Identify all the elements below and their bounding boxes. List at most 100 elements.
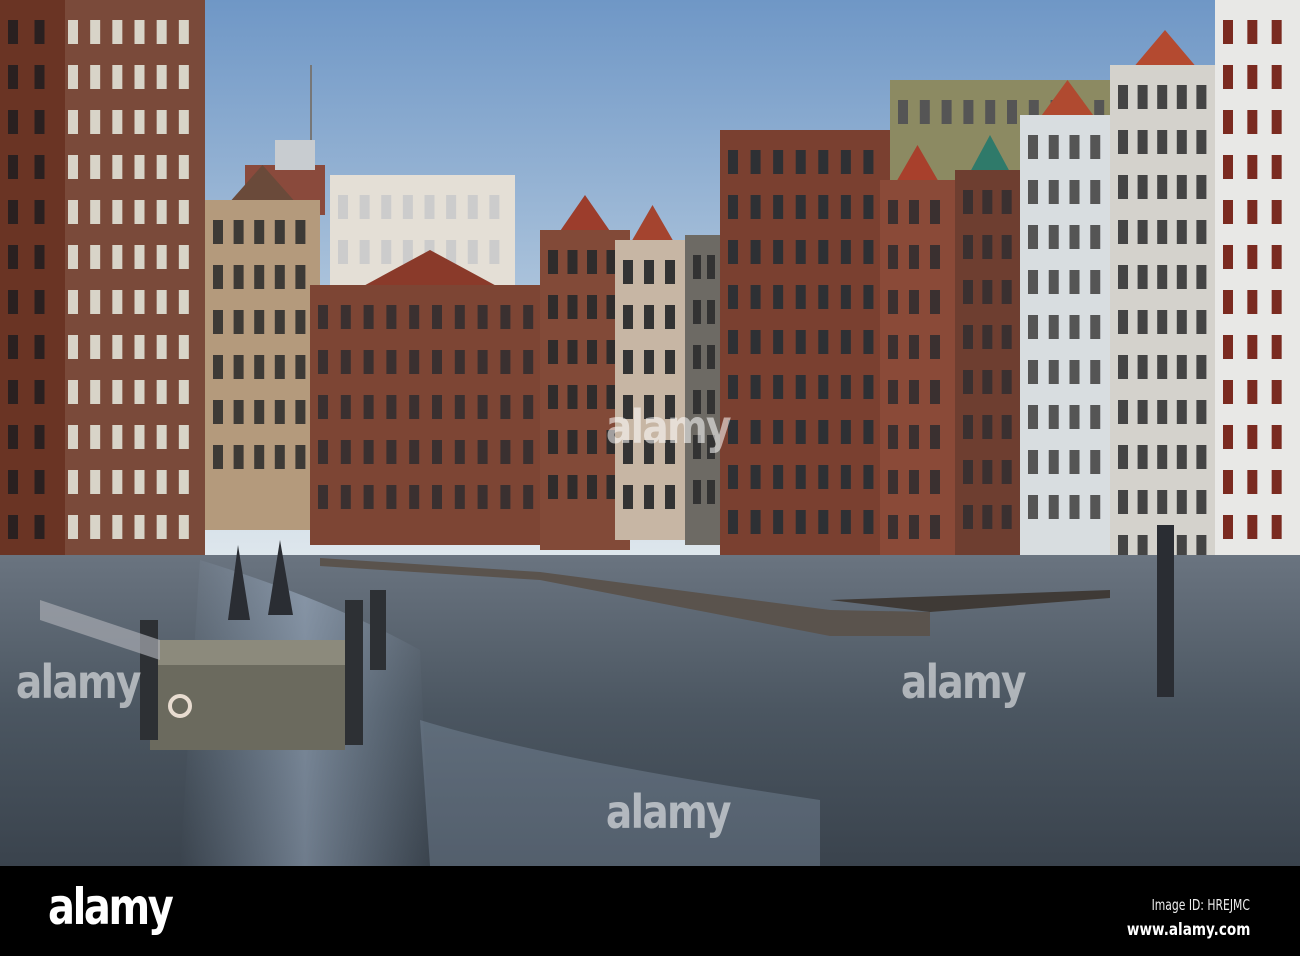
window <box>1001 370 1012 394</box>
window <box>156 470 167 494</box>
window <box>134 200 145 224</box>
window <box>467 240 478 264</box>
window <box>1118 490 1128 514</box>
window <box>930 245 940 269</box>
window <box>1118 445 1128 469</box>
window <box>982 280 993 304</box>
window <box>567 475 578 499</box>
window <box>1118 265 1128 289</box>
window <box>1028 225 1038 249</box>
window <box>1028 495 1038 519</box>
window <box>840 465 851 489</box>
window <box>254 265 265 289</box>
window <box>644 350 654 374</box>
window <box>930 335 940 359</box>
window <box>1028 270 1038 294</box>
window <box>1176 130 1187 154</box>
window <box>750 510 761 534</box>
window <box>213 220 223 244</box>
window <box>34 425 45 449</box>
window <box>34 515 45 539</box>
window <box>941 100 952 124</box>
window <box>1176 220 1187 244</box>
window <box>818 240 829 264</box>
window <box>1223 425 1233 449</box>
window <box>930 290 940 314</box>
window <box>8 380 18 404</box>
window <box>34 470 45 494</box>
window <box>424 195 435 219</box>
window <box>1157 355 1168 379</box>
window <box>795 150 806 174</box>
window <box>178 20 189 44</box>
window <box>1137 265 1148 289</box>
window <box>548 430 558 454</box>
window <box>454 395 465 419</box>
window <box>432 305 442 329</box>
window <box>1001 190 1012 214</box>
window <box>1247 425 1258 449</box>
window <box>750 465 761 489</box>
window <box>1048 270 1059 294</box>
window <box>340 305 351 329</box>
window <box>178 155 189 179</box>
window <box>156 335 167 359</box>
window <box>274 310 285 334</box>
window <box>888 380 898 404</box>
window <box>693 300 701 324</box>
window <box>213 355 223 379</box>
window <box>930 470 940 494</box>
window <box>454 440 465 464</box>
window <box>773 150 784 174</box>
window <box>409 485 420 509</box>
window <box>728 285 738 309</box>
window <box>1069 315 1080 339</box>
window <box>500 485 511 509</box>
window <box>8 425 18 449</box>
window <box>548 340 558 364</box>
window <box>982 460 993 484</box>
window <box>1223 200 1233 224</box>
window <box>409 440 420 464</box>
window <box>567 385 578 409</box>
window <box>1247 515 1258 539</box>
window <box>728 240 738 264</box>
window <box>795 240 806 264</box>
window <box>318 395 328 419</box>
window <box>34 290 45 314</box>
window <box>1157 445 1168 469</box>
window <box>982 370 993 394</box>
window <box>888 245 898 269</box>
window <box>156 20 167 44</box>
window <box>1247 245 1258 269</box>
window <box>840 375 851 399</box>
window <box>1247 65 1258 89</box>
window <box>1196 355 1207 379</box>
window <box>1271 200 1282 224</box>
window <box>1223 290 1233 314</box>
window <box>8 470 18 494</box>
window <box>840 285 851 309</box>
window <box>156 515 167 539</box>
window <box>1271 515 1282 539</box>
window <box>1157 490 1168 514</box>
window <box>909 200 919 224</box>
window <box>178 65 189 89</box>
window <box>213 400 223 424</box>
window <box>888 425 898 449</box>
window <box>523 395 534 419</box>
window <box>567 340 578 364</box>
window <box>295 220 306 244</box>
window <box>795 195 806 219</box>
window <box>985 100 996 124</box>
window <box>795 375 806 399</box>
window <box>1137 220 1148 244</box>
window <box>1196 445 1207 469</box>
window <box>1176 265 1187 289</box>
building <box>685 235 725 545</box>
window <box>1069 495 1080 519</box>
window <box>68 290 78 314</box>
window <box>432 395 442 419</box>
window <box>409 305 420 329</box>
window <box>1196 130 1207 154</box>
